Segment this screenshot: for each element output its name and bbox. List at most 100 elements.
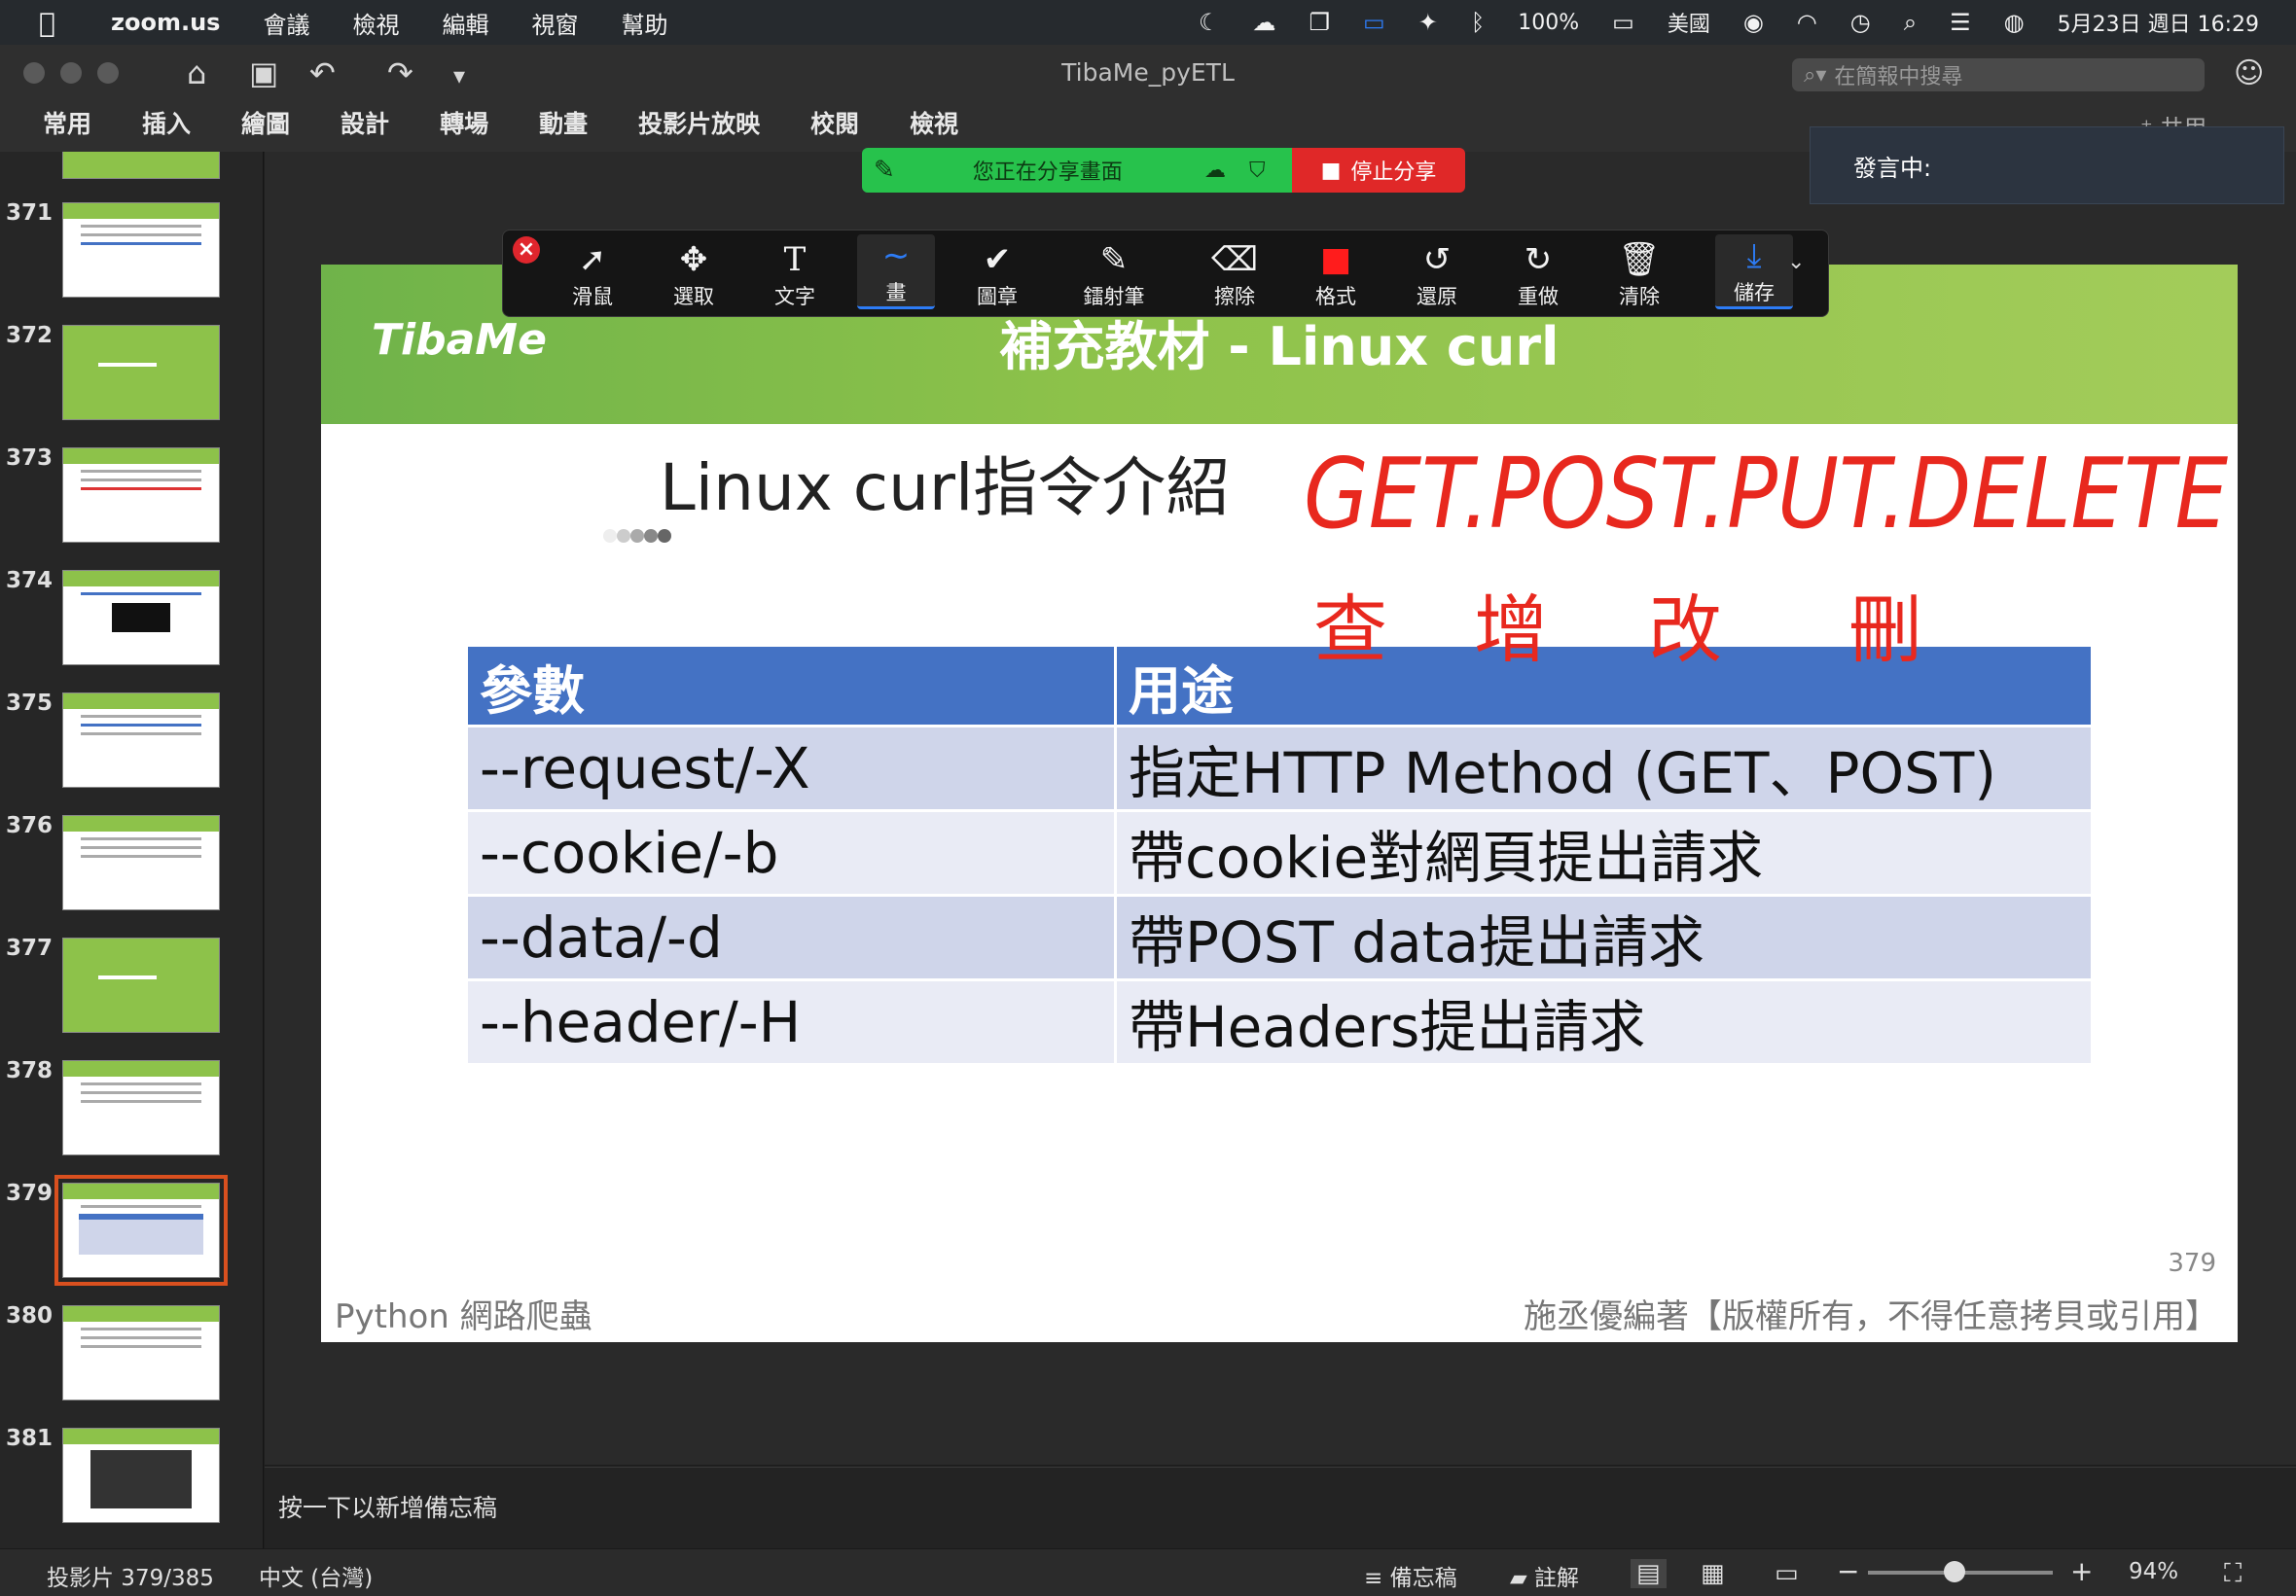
- tab-slideshow[interactable]: 投影片放映: [638, 105, 760, 140]
- slide-thumbnail-selected[interactable]: [54, 1175, 228, 1286]
- thumbnail-row[interactable]: 375: [0, 691, 263, 798]
- language-indicator[interactable]: 中文 (台灣): [259, 1559, 373, 1592]
- handwriting-methods: GET.POST.PUT.DELETE: [1304, 437, 2228, 550]
- cloud-upload-icon[interactable]: ☁: [1253, 9, 1276, 36]
- input-source[interactable]: 美國: [1668, 7, 1710, 38]
- tool-save[interactable]: ⤓ 儲存: [1715, 234, 1793, 309]
- thumbnail-row[interactable]: 381: [0, 1426, 263, 1533]
- thumbnail-row[interactable]: 374: [0, 568, 263, 675]
- user-icon[interactable]: ◉: [1743, 9, 1764, 36]
- slide-thumbnail[interactable]: [62, 1305, 220, 1401]
- stop-share-button[interactable]: ■ 停止分享: [1292, 148, 1465, 193]
- battery-icon[interactable]: ▭: [1612, 9, 1634, 36]
- wifi-icon[interactable]: ◠: [1797, 9, 1817, 36]
- zoom-out-icon[interactable]: −: [1837, 1555, 1859, 1587]
- menu-meeting[interactable]: 會議: [263, 6, 309, 40]
- spotlight-search-icon[interactable]: ⌕: [1904, 9, 1917, 36]
- zoom-slider-handle[interactable]: [1944, 1561, 1965, 1582]
- control-center-icon[interactable]: ☰: [1950, 9, 1971, 36]
- tool-text[interactable]: T 文字: [756, 238, 834, 310]
- zoom-in-icon[interactable]: +: [2070, 1555, 2093, 1587]
- fit-to-window-icon[interactable]: ⛶: [2224, 1559, 2242, 1589]
- slide-thumbnail[interactable]: [62, 692, 220, 788]
- tool-undo[interactable]: ↺ 還原: [1398, 238, 1476, 310]
- thumbnail-row[interactable]: 378: [0, 1058, 263, 1165]
- presentation-search-input[interactable]: ⌕▾ 在簡報中搜尋: [1792, 58, 2205, 91]
- slide-thumbnail[interactable]: [62, 938, 220, 1033]
- thumbnail-number: 374: [6, 568, 54, 593]
- close-annotation-icon[interactable]: ×: [513, 236, 540, 264]
- tab-draw[interactable]: 繪圖: [241, 105, 290, 140]
- apple-icon[interactable]: : [39, 7, 78, 39]
- notes-toggle-button[interactable]: ≡ 備忘稿: [1364, 1559, 1457, 1592]
- tab-transitions[interactable]: 轉場: [440, 105, 488, 140]
- ribbon-tabs: 常用 插入 繪圖 設計 轉場 動畫 投影片放映 校閱 檢視: [43, 105, 958, 140]
- slide-thumbnail[interactable]: [62, 152, 220, 179]
- tool-eraser[interactable]: ⌫ 擦除: [1196, 238, 1274, 310]
- tool-stamp[interactable]: ✔ 圖章: [958, 238, 1036, 310]
- siri-icon[interactable]: ◍: [2004, 9, 2025, 36]
- tool-label: 儲存: [1734, 281, 1775, 304]
- tool-format[interactable]: ■ 格式: [1297, 238, 1375, 310]
- moon-icon[interactable]: ☾: [1199, 9, 1220, 36]
- slide-thumbnail[interactable]: [62, 1060, 220, 1155]
- presenter-view-icon[interactable]: ▭: [1775, 1559, 1799, 1588]
- menu-view[interactable]: 檢視: [352, 6, 399, 40]
- tool-redo[interactable]: ↻ 重做: [1499, 238, 1577, 310]
- draw-icon: ∼: [881, 236, 911, 275]
- chevron-down-icon[interactable]: ⌄: [1787, 250, 1805, 274]
- slide-thumbnail[interactable]: [62, 325, 220, 420]
- time-machine-icon[interactable]: ◷: [1850, 9, 1871, 36]
- thumbnail-row[interactable]: 377: [0, 936, 263, 1043]
- menu-app-name[interactable]: zoom.us: [111, 9, 220, 36]
- thumbnail-row[interactable]: 376: [0, 813, 263, 920]
- table-header-param: 參數: [468, 647, 1114, 725]
- slide-thumbnail[interactable]: [62, 570, 220, 665]
- menu-window[interactable]: 視窗: [531, 6, 578, 40]
- sharing-status[interactable]: ✎ 您正在分享畫面 ☁ ⛉: [862, 148, 1292, 193]
- thumbnail-row[interactable]: 373: [0, 445, 263, 552]
- slide-thumbnail[interactable]: [62, 815, 220, 910]
- menu-help[interactable]: 幫助: [621, 6, 667, 40]
- slide-thumbnail[interactable]: [62, 1428, 220, 1523]
- slide-thumbnails-pane[interactable]: 371 372 373 374 375 376 377 378 379 380 …: [0, 152, 264, 1548]
- slide-thumbnail[interactable]: [62, 202, 220, 298]
- tab-design[interactable]: 設計: [341, 105, 389, 140]
- thumbnail-row[interactable]: 380: [0, 1303, 263, 1410]
- speaker-notes-pane[interactable]: 按一下以新增備忘稿: [265, 1467, 2296, 1549]
- zoom-level[interactable]: 94%: [2129, 1559, 2178, 1584]
- tab-insert[interactable]: 插入: [142, 105, 191, 140]
- tool-label: 選取: [673, 285, 714, 308]
- menu-edit[interactable]: 編輯: [442, 6, 488, 40]
- slide-sorter-icon[interactable]: ▦: [1701, 1559, 1725, 1588]
- screen-share-icon[interactable]: ▭: [1363, 9, 1385, 36]
- slide-canvas[interactable]: TibaMe 補充教材 - Linux curl Linux curl指令介紹 …: [321, 265, 2238, 1342]
- thumbnail-row[interactable]: 372: [0, 323, 263, 430]
- tab-view[interactable]: 檢視: [910, 105, 958, 140]
- tool-select[interactable]: ✥ 選取: [655, 238, 733, 310]
- comments-toggle-button[interactable]: ▰ 註解: [1510, 1559, 1579, 1592]
- table-row: --data/-d 帶POST data提出請求: [468, 897, 2091, 978]
- slide-thumbnail[interactable]: [62, 447, 220, 543]
- tool-laser[interactable]: ✎ 鐳射筆: [1075, 238, 1153, 310]
- normal-view-icon[interactable]: ▤: [1631, 1559, 1667, 1588]
- redo-icon: ↻: [1524, 240, 1553, 279]
- pin-icon[interactable]: ✎: [874, 156, 895, 185]
- stop-share-label: 停止分享: [1350, 160, 1437, 185]
- thumbnail-row[interactable]: 371: [0, 200, 263, 307]
- notes-placeholder[interactable]: 按一下以新增備忘稿: [278, 1489, 497, 1524]
- menubar-clock[interactable]: 5月23日 週日 16:29: [2058, 7, 2259, 38]
- tab-home[interactable]: 常用: [43, 105, 91, 140]
- window-icon[interactable]: ❐: [1309, 9, 1331, 36]
- tab-review[interactable]: 校閱: [810, 105, 859, 140]
- slide-footer-left: Python 網路爬蟲: [335, 1297, 592, 1336]
- bluetooth-icon[interactable]: ᛒ: [1471, 9, 1485, 36]
- cursor-icon[interactable]: ✦: [1418, 9, 1438, 36]
- tab-animations[interactable]: 動畫: [539, 105, 588, 140]
- thumbnail-partial[interactable]: [0, 152, 263, 189]
- tool-clear[interactable]: 🗑 清除: [1600, 238, 1678, 310]
- thumbnail-row-selected[interactable]: 379: [0, 1175, 263, 1288]
- tool-draw[interactable]: ∼ 畫: [857, 234, 935, 309]
- tool-mouse[interactable]: ➚ 滑鼠: [554, 238, 631, 310]
- feedback-smiley-icon[interactable]: ☺: [2234, 56, 2264, 90]
